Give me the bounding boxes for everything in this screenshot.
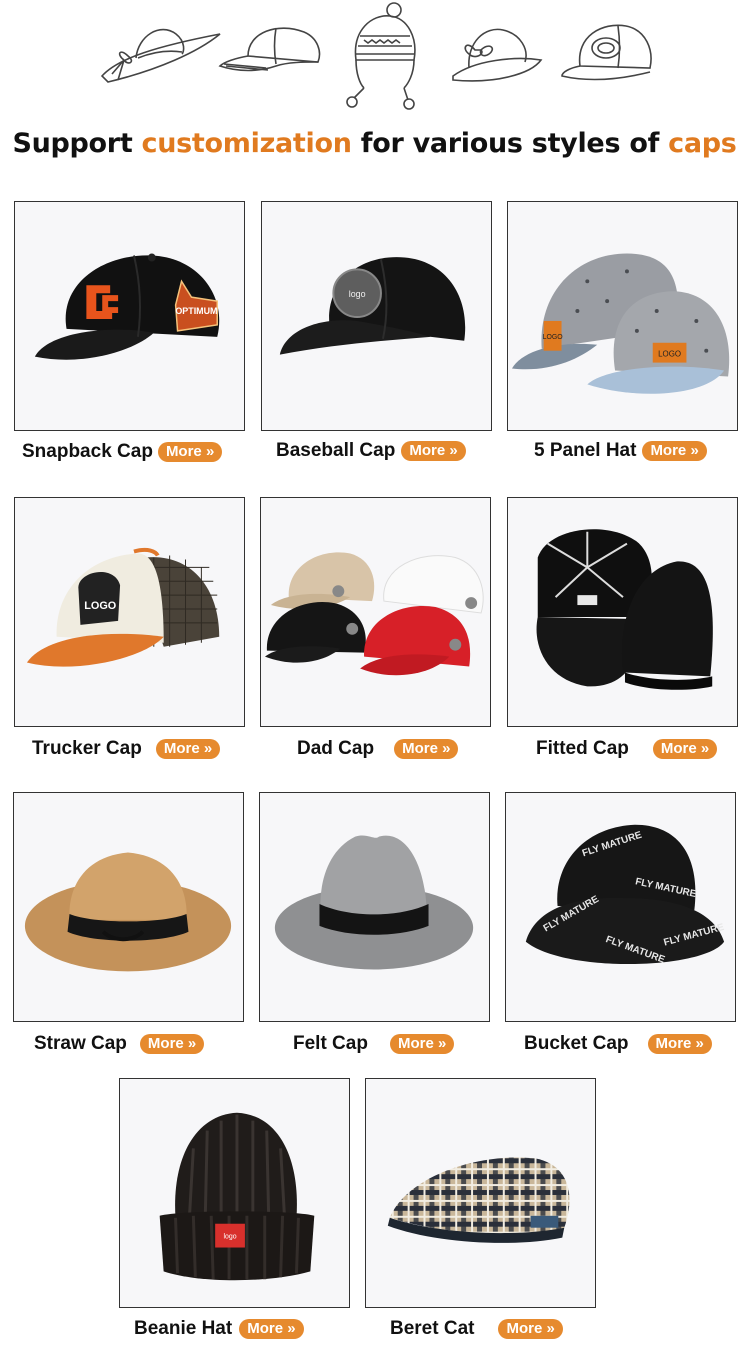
bow-hat-sketch-icon <box>452 28 543 82</box>
product-name: Dad Cap <box>297 738 375 759</box>
baseball-cap-image: logo <box>279 257 466 355</box>
headline-accent-caps: caps <box>668 128 737 159</box>
more-button-beret-cap[interactable]: More » <box>498 1319 563 1339</box>
product-card-beanie-hat[interactable]: logo <box>119 1078 350 1308</box>
page-headline: Support customization for various styles… <box>0 128 749 159</box>
five-panel-hat-image: LOGO LOGO <box>511 253 730 394</box>
product-row-straw-cap: Straw Cap More » <box>34 1031 205 1057</box>
more-button-5-panel-hat[interactable]: More » <box>642 441 707 461</box>
more-button-bucket-cap[interactable]: More » <box>647 1034 712 1054</box>
product-card-baseball-cap[interactable]: logo <box>261 201 492 431</box>
product-card-trucker-cap[interactable]: LOGO <box>14 497 245 727</box>
straw-cap-image <box>24 852 232 972</box>
headline-text-1: Support <box>12 128 142 159</box>
svg-text:LOGO: LOGO <box>658 350 681 359</box>
bucket-cap-image: FLY MATURE FLY MATURE FLY MATURE FLY MAT… <box>525 824 726 966</box>
product-name: Bucket Cap <box>524 1033 629 1054</box>
product-row-bucket-cap: Bucket Cap More » <box>524 1031 712 1057</box>
product-row-beanie-hat: Beanie Hat More » <box>134 1316 304 1342</box>
product-name: Beret Cat <box>390 1318 475 1339</box>
beret-cap-image <box>387 1157 570 1243</box>
knit-earflap-hat-sketch-icon <box>346 2 416 110</box>
product-name: Trucker Cap <box>32 738 142 759</box>
product-name: Straw Cap <box>34 1033 127 1054</box>
snapback-cap-image: OPTIMUM <box>34 253 220 360</box>
svg-text:LOGO: LOGO <box>84 600 117 612</box>
product-card-bucket-cap[interactable]: FLY MATURE FLY MATURE FLY MATURE FLY MAT… <box>505 792 736 1022</box>
headline-accent-customization: customization <box>141 128 352 159</box>
product-row-dad-cap: Dad Cap More » <box>297 736 459 762</box>
svg-text:OPTIMUM: OPTIMUM <box>175 306 217 316</box>
product-card-snapback-cap[interactable]: OPTIMUM <box>14 201 245 431</box>
more-button-snapback-cap[interactable]: More » <box>157 442 223 462</box>
svg-text:logo: logo <box>223 1234 236 1241</box>
product-card-beret-cap[interactable] <box>365 1078 596 1308</box>
more-button-fitted-cap[interactable]: More » <box>652 739 718 759</box>
product-row-snapback-cap: Snapback Cap More » <box>22 439 223 465</box>
product-row-trucker-cap: Trucker Cap More » <box>32 736 221 762</box>
svg-text:LOGO: LOGO <box>543 334 564 341</box>
product-card-straw-cap[interactable] <box>13 792 244 1022</box>
product-card-fitted-cap[interactable] <box>507 497 738 727</box>
fitted-cap-image <box>536 529 713 690</box>
trucker-cap-image: LOGO <box>26 547 220 667</box>
more-button-trucker-cap[interactable]: More » <box>155 739 221 759</box>
product-name: 5 Panel Hat <box>534 440 637 461</box>
more-button-dad-cap[interactable]: More » <box>394 739 459 759</box>
product-name: Snapback Cap <box>22 441 153 462</box>
more-button-beanie-hat[interactable]: More » <box>239 1319 304 1339</box>
more-button-baseball-cap[interactable]: More » <box>401 441 466 461</box>
more-button-straw-cap[interactable]: More » <box>139 1034 205 1054</box>
product-row-beret-cap: Beret Cat More » <box>390 1316 563 1342</box>
baseball-cap-sketch-icon <box>218 27 321 72</box>
headline-text-2: for various styles of <box>351 128 669 159</box>
product-name: Felt Cap <box>293 1033 368 1054</box>
svg-text:logo: logo <box>349 289 366 299</box>
product-row-fitted-cap: Fitted Cap More » <box>536 736 718 762</box>
product-row-felt-cap: Felt Cap More » <box>293 1031 455 1057</box>
product-name: Baseball Cap <box>276 440 396 461</box>
dad-cap-image <box>264 552 484 676</box>
snapback-cap-sketch-icon <box>561 24 652 81</box>
hat-sketches-banner <box>90 0 670 115</box>
product-card-5-panel-hat[interactable]: LOGO LOGO <box>507 201 738 431</box>
product-name: Fitted Cap <box>536 738 629 759</box>
product-row-baseball-cap: Baseball Cap More » <box>276 438 466 464</box>
more-button-felt-cap[interactable]: More » <box>389 1034 455 1054</box>
beanie-hat-image: logo <box>159 1112 315 1281</box>
product-card-felt-cap[interactable] <box>259 792 490 1022</box>
felt-cap-image <box>274 835 474 970</box>
product-card-dad-cap[interactable] <box>260 497 491 727</box>
sun-hat-sketch-icon <box>100 28 221 83</box>
product-row-5-panel-hat: 5 Panel Hat More » <box>534 438 707 464</box>
product-name: Beanie Hat <box>134 1318 233 1339</box>
